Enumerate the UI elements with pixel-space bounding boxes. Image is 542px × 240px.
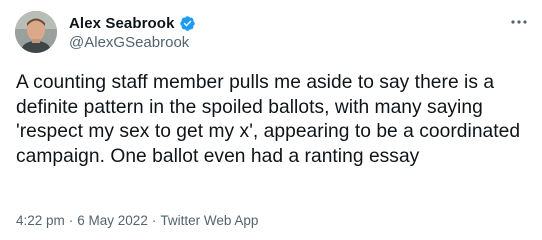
meta-separator: · (151, 213, 157, 228)
verified-badge-icon (179, 15, 196, 32)
tweet-card: Alex Seabrook @AlexGSeabrook A counting … (0, 0, 542, 240)
avatar[interactable] (15, 11, 57, 53)
author-display-name[interactable]: Alex Seabrook (69, 15, 175, 32)
more-horizontal-icon (511, 20, 527, 24)
tweet-source[interactable]: Twitter Web App (160, 213, 258, 228)
avatar-image (15, 11, 57, 53)
tweet-date[interactable]: 6 May 2022 (77, 213, 148, 228)
meta-separator: · (68, 213, 74, 228)
tweet-text: A counting staff member pulls me aside t… (16, 72, 521, 167)
tweet-meta: 4:22 pm · 6 May 2022 · Twitter Web App (16, 213, 258, 228)
author-block: Alex Seabrook @AlexGSeabrook (69, 13, 196, 51)
more-options-button[interactable] (508, 14, 530, 30)
tweet-time[interactable]: 4:22 pm (16, 213, 65, 228)
name-row: Alex Seabrook (69, 13, 196, 33)
author-handle[interactable]: @AlexGSeabrook (69, 34, 196, 51)
